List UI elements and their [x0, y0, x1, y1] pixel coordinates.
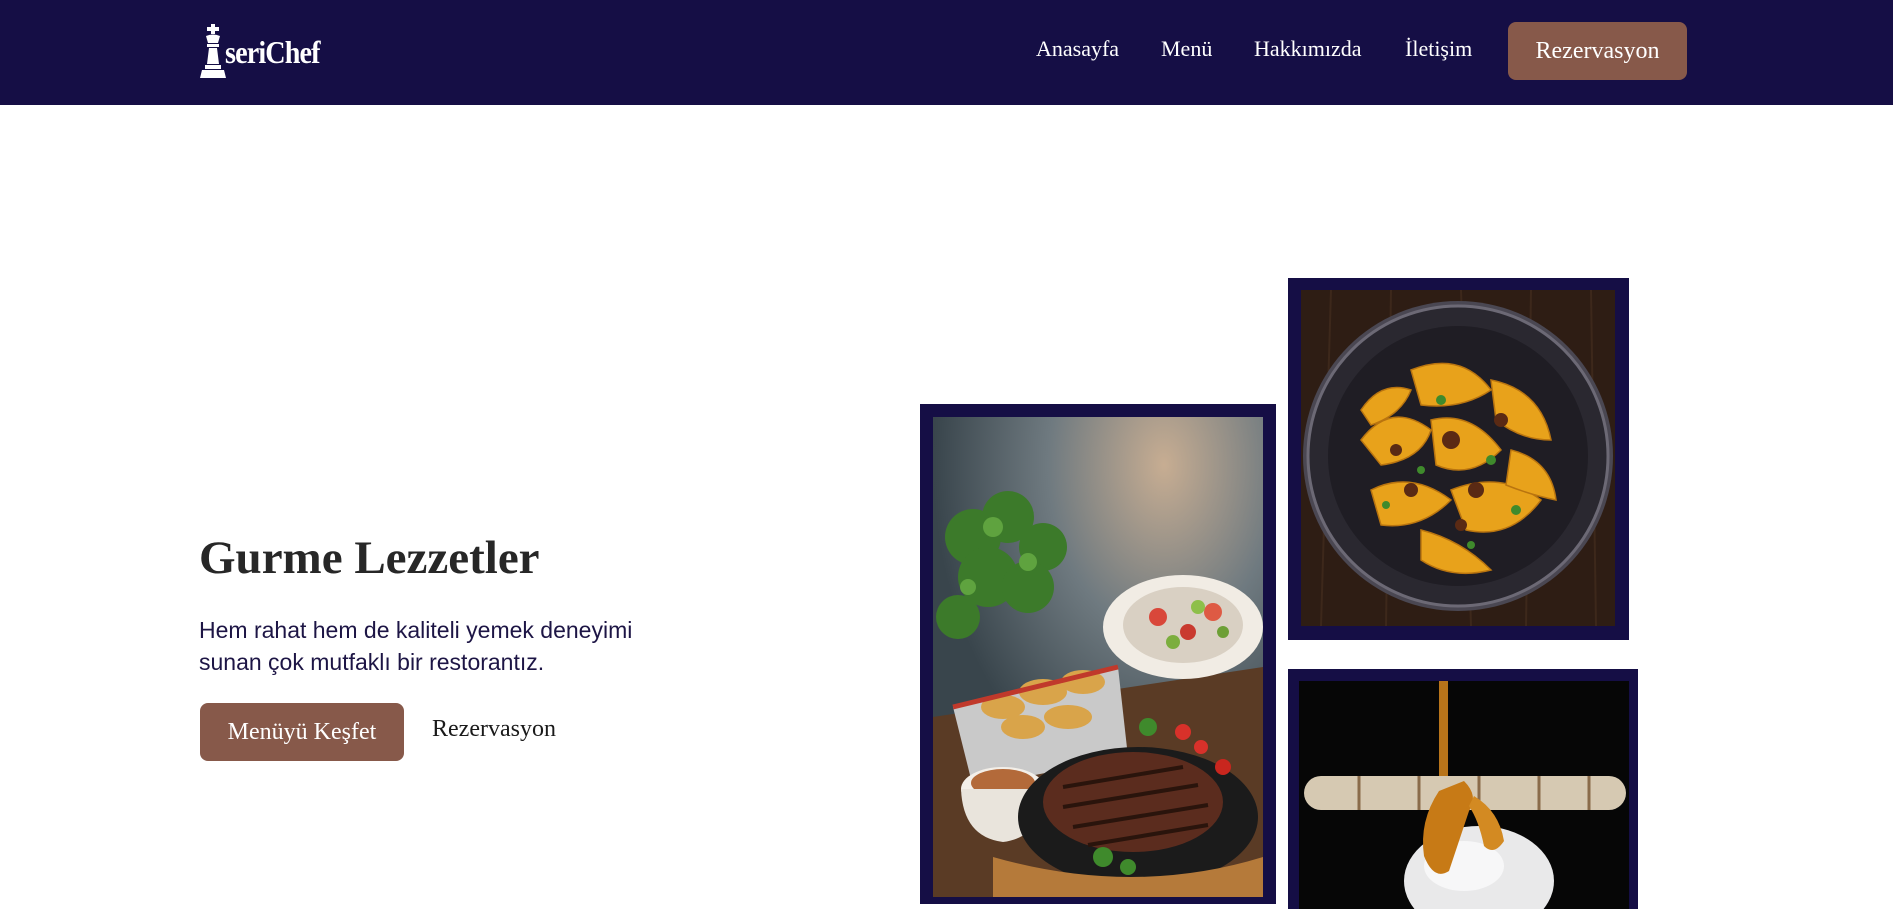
dessert-photo [1299, 681, 1629, 909]
nav-link-hakkimizda[interactable]: Hakkımızda [1254, 36, 1362, 62]
navbar: seriChef Anasayfa Menü Hakkımızda İletiş… [0, 0, 1893, 105]
dessert-image [1288, 669, 1638, 909]
hero-title: Gurme Lezzetler [199, 532, 540, 584]
logo[interactable]: seriChef [199, 22, 333, 78]
steak-platter-image [920, 404, 1276, 904]
explore-menu-button[interactable]: Menüyü Keşfet [200, 703, 404, 761]
hero-description: Hem rahat hem de kaliteli yemek deneyimi… [199, 617, 633, 675]
nav-link-menu[interactable]: Menü [1161, 36, 1212, 62]
nav-link-iletisim[interactable]: İletişim [1405, 36, 1472, 62]
chess-king-icon [200, 24, 226, 78]
steak-platter-photo [933, 417, 1263, 897]
reservation-link[interactable]: Rezervasyon [432, 716, 556, 743]
reservation-button[interactable]: Rezervasyon [1508, 22, 1687, 80]
pasta-bowl-image [1288, 278, 1629, 640]
logo-text: seriChef [225, 34, 320, 70]
pasta-bowl-photo [1301, 290, 1615, 626]
nav-link-anasayfa[interactable]: Anasayfa [1036, 36, 1119, 62]
